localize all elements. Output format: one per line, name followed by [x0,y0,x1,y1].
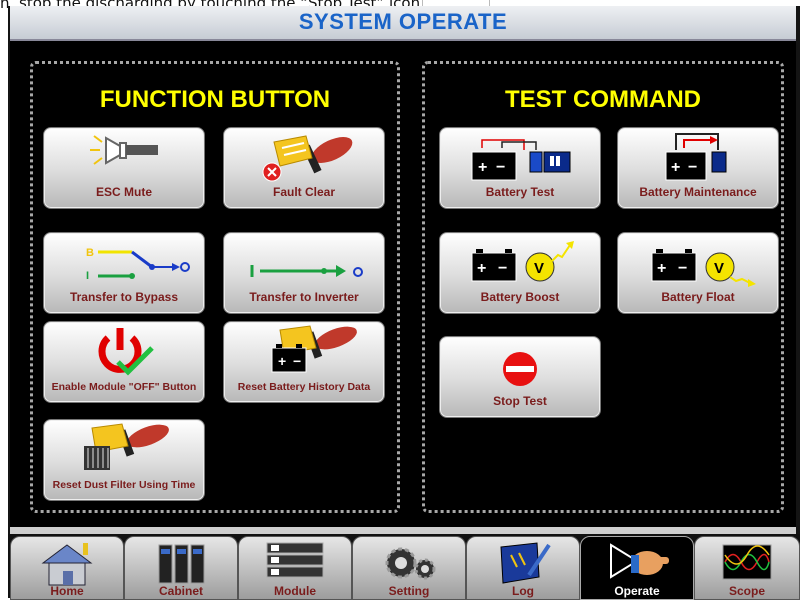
battery-boost-button[interactable]: + − V Battery Boost [439,232,601,314]
transfer-to-inverter-button[interactable]: Transfer to Inverter [223,232,385,314]
test-panel-title: TEST COMMAND [505,86,701,113]
ups-screen: SYSTEM OPERATE FUNCTION BUTTON ESC Mute [8,6,800,600]
nav-module-label: Module [274,584,316,598]
nav-log-label: Log [512,584,534,598]
main-area: FUNCTION BUTTON ESC Mute Fault Clear B I… [10,41,796,527]
nav-setting[interactable]: Setting [352,536,466,600]
home-icon [41,543,93,586]
esc-mute-label: ESC Mute [95,185,152,199]
nav-log[interactable]: Log [466,536,580,600]
scope-icon [722,544,772,580]
reset-battery-history-label: Reset Battery History Data [237,381,371,393]
cabinet-icon [158,544,205,584]
page-header: SYSTEM OPERATE [10,6,796,41]
stop-test-button[interactable]: Stop Test [439,336,601,418]
fault-clear-label: Fault Clear [272,185,335,199]
esc-mute-button[interactable]: ESC Mute [43,127,205,209]
battery-float-minus: − [678,260,687,277]
transfer-to-bypass-label: Transfer to Bypass [69,290,179,304]
nav-scope-label: Scope [728,584,765,598]
reset-battery-history-button[interactable]: + − Reset Battery History Data [223,321,385,403]
function-button-panel: FUNCTION BUTTON ESC Mute Fault Clear B I… [30,61,400,513]
test-command-panel: TEST COMMAND + − Battery Test + − Batter… [422,61,784,513]
battery-test-button[interactable]: + − Battery Test [439,127,601,209]
battery-maintenance-label: Battery Maintenance [639,185,757,199]
divider-strip [10,527,796,534]
reset-battery-plus: + [278,353,286,369]
nav-scope[interactable]: Scope [694,536,800,600]
nav-module[interactable]: Module [238,536,352,600]
gear-icon [385,547,436,580]
stop-test-label: Stop Test [493,394,547,408]
nav-operate-label: Operate [614,584,660,598]
bypass-letter-b: B [86,247,94,259]
battery-test-plus: + [478,159,487,176]
nav-cabinet[interactable]: Cabinet [124,536,238,600]
battery-test-label: Battery Test [485,185,555,199]
battery-boost-minus: − [498,260,507,277]
battery-boost-label: Battery Boost [480,290,560,304]
page-title: SYSTEM OPERATE [298,9,508,34]
reset-dust-filter-label: Reset Dust Filter Using Time [52,479,196,491]
battery-boost-plus: + [477,260,486,277]
log-icon [500,542,551,584]
enable-module-off-button[interactable]: Enable Module "OFF" Button [43,321,205,403]
bypass-letter-i: I [86,270,89,282]
battery-test-minus: − [496,159,505,176]
reset-dust-filter-button[interactable]: Reset Dust Filter Using Time [43,419,205,501]
battery-maintenance-button[interactable]: + − Battery Maintenance [617,127,779,209]
function-panel-title: FUNCTION BUTTON [99,86,331,113]
transfer-to-bypass-button[interactable]: B I Transfer to Bypass [43,232,205,314]
reset-battery-minus: − [293,353,301,369]
battery-float-button[interactable]: + − V Battery Float [617,232,779,314]
float-volt-symbol: V [714,260,724,277]
battery-float-label: Battery Float [661,290,735,304]
boost-volt-symbol: V [534,260,544,277]
nav-setting-label: Setting [388,584,430,598]
nav-home-label: Home [50,584,84,598]
transfer-to-inverter-label: Transfer to Inverter [249,290,359,304]
battery-float-plus: + [657,260,666,277]
module-icon [266,542,324,578]
fault-clear-button[interactable]: Fault Clear [223,127,385,209]
battery-maint-plus: + [671,159,680,176]
bottom-navigation: Home Cabinet Module Setting Log Operate … [8,534,800,600]
nav-cabinet-label: Cabinet [158,584,203,598]
nav-operate[interactable]: Operate [580,536,694,600]
battery-maint-minus: − [688,159,697,176]
enable-module-off-label: Enable Module "OFF" Button [51,381,197,393]
operate-hand-icon [610,543,669,579]
nav-home[interactable]: Home [10,536,124,600]
